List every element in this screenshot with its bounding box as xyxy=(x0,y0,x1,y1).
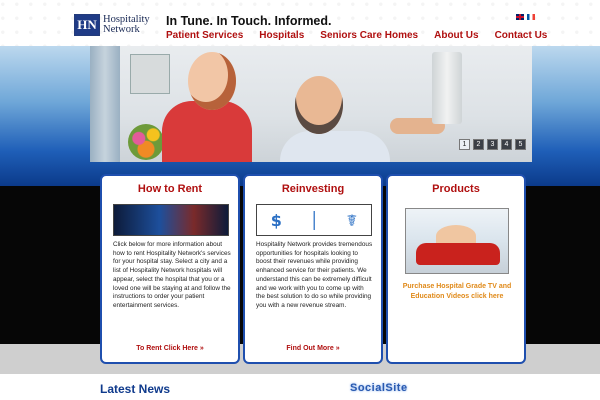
curtain xyxy=(90,46,120,162)
uk-flag-icon[interactable] xyxy=(516,14,524,20)
logo-line-2: Network xyxy=(103,24,140,35)
nav-about-us[interactable]: About Us xyxy=(434,30,478,41)
latest-news-heading: Latest News xyxy=(100,382,171,396)
logo-mark: HN xyxy=(74,14,100,36)
flowers xyxy=(128,124,164,160)
tagline: In Tune. In Touch. Informed. xyxy=(166,14,332,28)
logo[interactable]: HN Hospitality Network xyxy=(74,13,160,37)
wall-panel xyxy=(130,54,170,94)
how-to-rent-card: How to Rent Click below for more informa… xyxy=(100,174,240,364)
purchase-products-link[interactable]: Purchase Hospital Grade TV and Education… xyxy=(394,282,520,302)
reinvesting-image: $ │ ☤ xyxy=(256,204,372,236)
tv-mount-arm xyxy=(432,52,462,124)
social-site-heading: SocialSite xyxy=(350,382,408,394)
nav-patient-services[interactable]: Patient Services xyxy=(166,30,243,41)
nav-contact-us[interactable]: Contact Us xyxy=(495,30,548,41)
card-title: Reinvesting xyxy=(281,183,345,195)
slide-5-button[interactable]: 5 xyxy=(515,139,526,150)
dollar-icon: $ xyxy=(270,210,282,230)
slide-3-button[interactable]: 3 xyxy=(487,139,498,150)
caduceus-icon: ☤ xyxy=(346,210,358,230)
nav-seniors-care-homes[interactable]: Seniors Care Homes xyxy=(320,30,418,41)
slide-4-button[interactable]: 4 xyxy=(501,139,512,150)
nurse-figure xyxy=(162,101,252,162)
language-switcher xyxy=(516,14,535,20)
convertible-car-image[interactable] xyxy=(405,208,509,274)
slideshow-pager: 1 2 3 4 5 xyxy=(459,139,526,150)
france-flag-icon[interactable] xyxy=(527,14,535,20)
card-title: Products xyxy=(432,183,480,195)
find-out-more-link[interactable]: Find Out More » xyxy=(245,345,381,352)
card-title: How to Rent xyxy=(137,183,203,195)
red-car xyxy=(416,243,500,265)
pillar-icon: │ xyxy=(309,210,320,230)
tv-remote-image xyxy=(113,204,229,236)
site-header: HN Hospitality Network In Tune. In Touch… xyxy=(0,0,600,46)
products-card: Products Purchase Hospital Grade TV and … xyxy=(386,174,526,364)
reinvesting-card: Reinvesting $ │ ☤ Hospitality Network pr… xyxy=(243,174,383,364)
nurse-head xyxy=(188,52,236,110)
nav-hospitals[interactable]: Hospitals xyxy=(259,30,304,41)
card-text: Click below for more information about h… xyxy=(113,241,231,309)
patient-head xyxy=(295,76,343,134)
main-nav: Patient Services Hospitals Seniors Care … xyxy=(166,30,547,41)
card-text: Hospitality Network provides tremendous … xyxy=(256,241,373,309)
latest-news-panel: Latest News xyxy=(92,376,280,400)
slide-2-button[interactable]: 2 xyxy=(473,139,484,150)
logo-text: Hospitality Network xyxy=(103,14,150,35)
patient-figure xyxy=(280,131,390,162)
slide-1-button[interactable]: 1 xyxy=(459,139,470,150)
rent-link[interactable]: To Rent Click Here » xyxy=(102,345,238,352)
